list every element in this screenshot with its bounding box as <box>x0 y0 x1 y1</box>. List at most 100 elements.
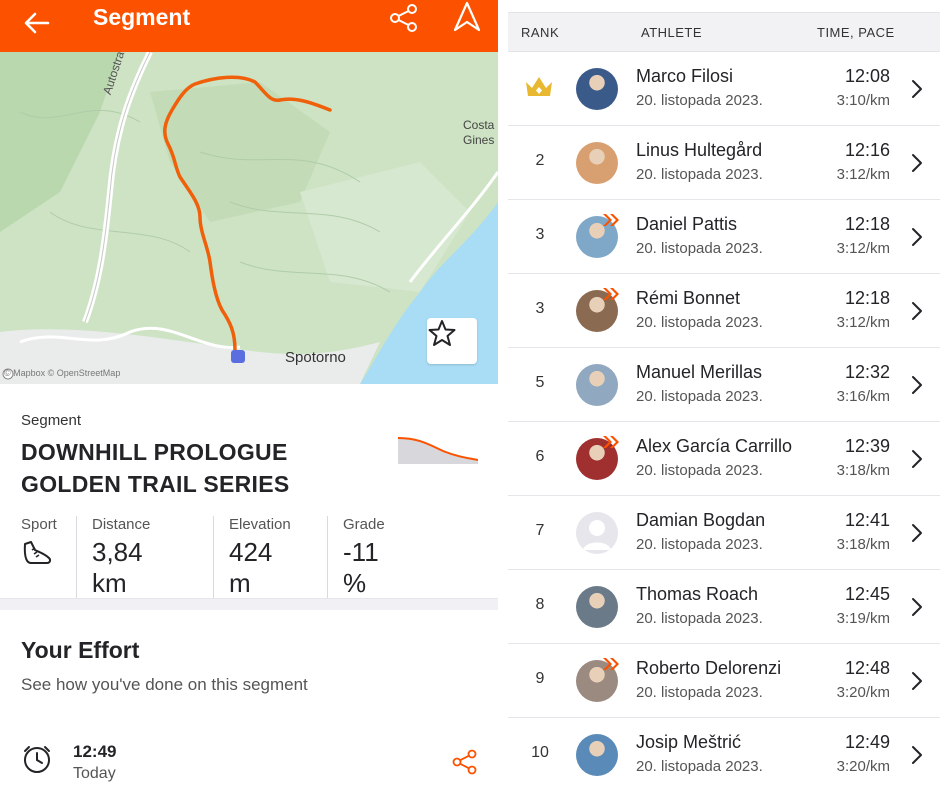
sport-label: Sport <box>21 516 57 533</box>
place-label-costa: Costa Gines <box>463 118 495 147</box>
athlete-avatar[interactable] <box>576 586 618 628</box>
athlete-name: Marco Filosi <box>636 66 734 86</box>
subscriber-badge-icon <box>602 657 620 671</box>
segment-name: DOWNHILL PROLOGUE GOLDEN TRAIL SERIES <box>21 439 290 497</box>
clock-icon <box>24 746 50 773</box>
athlete-name: Daniel Pattis <box>636 214 738 234</box>
share-icon[interactable] <box>388 2 420 34</box>
leaderboard-row[interactable]: Marco Filosi 20. listopada 2023. 12:08 3:10… <box>508 52 940 126</box>
athlete-avatar[interactable] <box>576 512 618 554</box>
effort-row[interactable]: 12:49 Today <box>0 734 498 788</box>
rank-number: 6 <box>535 448 545 465</box>
effort-time: 12:45 <box>844 584 890 604</box>
athlete-avatar[interactable] <box>576 142 618 184</box>
leaderboard-row[interactable]: 2 Linus Hultegård 20. listopada 2023. 12:16… <box>508 126 940 200</box>
effort-date: 20. listopada 2023. <box>636 684 763 701</box>
effort-time: 12:18 <box>844 214 890 234</box>
athlete-avatar[interactable] <box>576 68 618 110</box>
effort-date: 20. listopada 2023. <box>636 758 763 775</box>
page-title: Segment <box>93 4 191 30</box>
stat-sport: Sport <box>21 516 57 564</box>
leaderboard-row[interactable]: 5 Manuel Merillas 20. listopada 2023. 12:32… <box>508 348 940 422</box>
rank-number: 3 <box>535 226 545 243</box>
athlete-name: Thomas Roach <box>636 584 759 604</box>
effort-date: 20. listopada 2023. <box>636 314 763 331</box>
effort-time: 12:18 <box>844 288 890 308</box>
town-label: Spotorno <box>285 349 346 366</box>
elevation-label: Elevation <box>229 516 291 533</box>
athlete-name: Linus Hultegård <box>636 140 763 160</box>
chevron-right-icon[interactable] <box>910 522 924 544</box>
athlete-avatar[interactable] <box>576 734 618 776</box>
chevron-right-icon[interactable] <box>910 226 924 248</box>
athlete-name: Alex García Carrillo <box>636 436 793 456</box>
leaderboard-row[interactable]: 3 Rémi Bonnet 20. listopada 2023. 12:18 3:12… <box>508 274 940 348</box>
leaderboard-row[interactable]: 10 Josip Meštrić 20. listopada 2023. 12:49 3… <box>508 718 940 788</box>
stat-grade: Grade -11 % <box>327 516 385 599</box>
leaderboard-row[interactable]: 3 Daniel Pattis 20. listopada 2023. 12:18 3:… <box>508 200 940 274</box>
rank-number: 3 <box>535 300 545 317</box>
subscriber-badge-icon <box>602 435 620 449</box>
chevron-right-icon[interactable] <box>910 152 924 174</box>
athlete-avatar[interactable] <box>576 364 618 406</box>
back-arrow-icon[interactable] <box>22 8 52 38</box>
effort-pace: 3:12/km <box>836 166 890 183</box>
effort-share-icon[interactable] <box>451 748 479 776</box>
athlete-header: ATHLETE <box>641 25 703 40</box>
effort-pace: 3:12/km <box>836 314 890 331</box>
navigate-icon[interactable] <box>450 0 484 34</box>
leaderboard-panel: RANK ATHLETE TIME, PACE Marco Filosi 20. … <box>508 0 940 788</box>
star-button[interactable] <box>427 318 477 364</box>
grade-value: -11 % <box>343 537 379 598</box>
leaderboard-row[interactable]: 7 Damian Bogdan 20. listopada 2023. 12:41 3:… <box>508 496 940 570</box>
distance-value: 3,84 km <box>92 537 143 598</box>
map-credit: © Mapbox © OpenStreetMap <box>4 368 121 378</box>
rank-number: 5 <box>535 374 545 391</box>
leaderboard-row[interactable]: 8 Thomas Roach 20. listopada 2023. 12:45 3:1… <box>508 570 940 644</box>
effort-pace: 3:20/km <box>836 684 890 701</box>
segment-panel: Segment Autostrada d Costa Gines Spotorn… <box>0 0 498 788</box>
rank-number: 10 <box>531 744 549 761</box>
chevron-right-icon[interactable] <box>910 78 924 100</box>
default-avatar-icon <box>583 520 611 550</box>
effort-date: 20. listopada 2023. <box>636 536 763 553</box>
chevron-right-icon[interactable] <box>910 596 924 618</box>
leaderboard-row[interactable]: 9 Roberto Delorenzi 20. listopada 2023. 12:… <box>508 644 940 718</box>
athlete-name: Damian Bogdan <box>636 510 766 530</box>
running-shoe-icon <box>23 541 52 564</box>
star-icon <box>428 320 456 346</box>
effort-time: 12:32 <box>844 362 890 382</box>
chevron-right-icon[interactable] <box>910 300 924 322</box>
effort-pace: 3:18/km <box>836 462 890 479</box>
chevron-right-icon[interactable] <box>910 670 924 692</box>
athlete-name: Roberto Delorenzi <box>636 658 782 678</box>
effort-date: 20. listopada 2023. <box>636 388 763 405</box>
segment-map[interactable]: Autostrada d Costa Gines Spotorno © Mapbo… <box>0 52 498 384</box>
effort-date: 20. listopada 2023. <box>636 166 763 183</box>
athlete-name: Manuel Merillas <box>636 362 763 382</box>
leaderboard-row[interactable]: 6 Alex García Carrillo 20. listopada 2023.… <box>508 422 940 496</box>
panel-gap <box>498 0 508 788</box>
effort-date: 20. listopada 2023. <box>636 462 763 479</box>
chevron-right-icon[interactable] <box>910 744 924 766</box>
effort-date: 20. listopada 2023. <box>636 240 763 257</box>
athlete-name: Josip Meštrić <box>636 732 742 752</box>
chevron-right-icon[interactable] <box>910 448 924 470</box>
rank-number: 9 <box>535 670 545 687</box>
chevron-right-icon[interactable] <box>910 374 924 396</box>
effort-time: 12:16 <box>844 140 890 160</box>
effort-pace: 3:12/km <box>836 240 890 257</box>
effort-time: 12:39 <box>844 436 890 456</box>
distance-label: Distance <box>92 516 151 533</box>
rank-number: 8 <box>535 596 545 613</box>
app-header: Segment <box>0 0 498 52</box>
map-background <box>0 52 498 384</box>
time-pace-header: TIME, PACE <box>817 25 895 40</box>
leaderboard-header: RANK ATHLETE TIME, PACE <box>508 12 940 52</box>
effort-pace: 3:18/km <box>836 536 890 553</box>
effort-title: Your Effort <box>21 637 140 663</box>
effort-time: 12:48 <box>844 658 890 678</box>
effort-date: Today <box>73 765 116 782</box>
effort-time: 12:41 <box>844 510 890 530</box>
effort-date: 20. listopada 2023. <box>636 610 763 627</box>
